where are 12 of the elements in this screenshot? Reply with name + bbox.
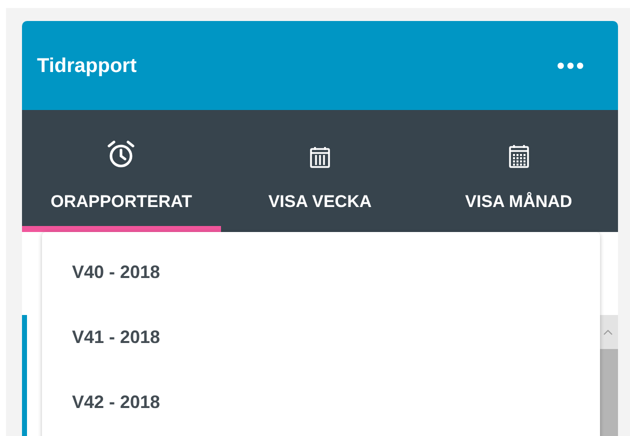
calendar-icon: [508, 142, 530, 168]
alarm-clock-icon: [106, 138, 136, 168]
chevron-up-icon: [603, 329, 613, 335]
scrollbar-thumb[interactable]: [598, 349, 618, 436]
menu-item[interactable]: V41 - 2018: [42, 305, 600, 370]
tab[interactable]: VISA VECKA: [220, 110, 420, 232]
scrollbar-up-button[interactable]: [598, 315, 618, 349]
tab[interactable]: VISA MÅNAD: [419, 110, 618, 232]
menu-item[interactable]: V40 - 2018: [42, 240, 600, 305]
card-title: Tidrapport: [37, 54, 137, 78]
menu-item[interactable]: V42 - 2018: [42, 370, 600, 435]
calendar-icon: [308, 144, 331, 168]
